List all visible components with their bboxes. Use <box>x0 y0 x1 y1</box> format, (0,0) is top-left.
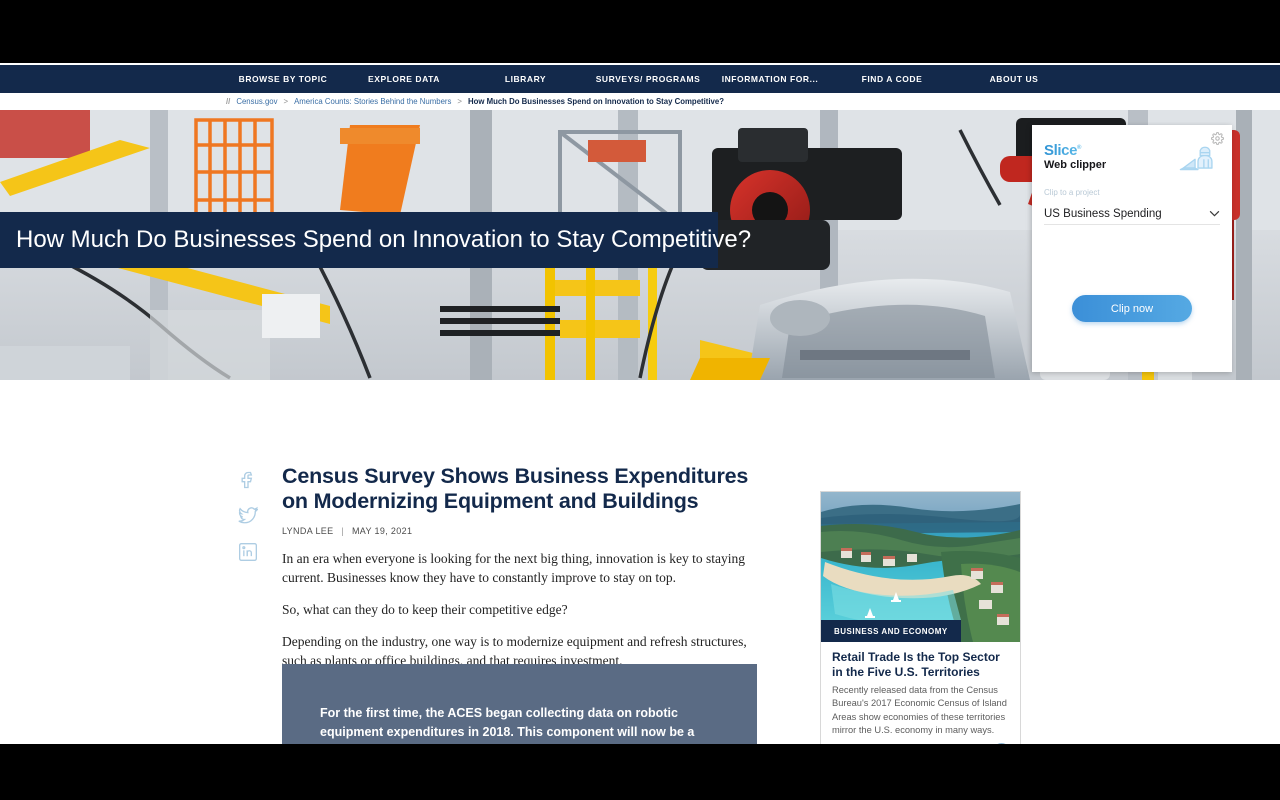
linkedin-icon[interactable] <box>238 542 258 562</box>
screen: BROWSE BY TOPIC EXPLORE DATA LIBRARY SUR… <box>0 0 1280 800</box>
chevron-down-icon <box>1209 210 1220 217</box>
related-article-card[interactable]: BUSINESS AND ECONOMY Retail Trade Is the… <box>820 491 1021 744</box>
related-card-description: Recently released data from the Census B… <box>832 685 1007 735</box>
slice-logo-text: Slice <box>1044 142 1078 159</box>
breadcrumb-separator-1: > <box>283 97 289 106</box>
social-share-rail <box>238 470 260 578</box>
slice-logo: Slice® <box>1044 141 1106 158</box>
facebook-icon[interactable] <box>238 470 258 490</box>
breadcrumb-home[interactable]: Census.gov <box>236 97 277 106</box>
nav-item-library[interactable]: LIBRARY <box>464 74 587 84</box>
breadcrumb-separator-2: > <box>457 97 462 106</box>
hero-title-bar: How Much Do Businesses Spend on Innovati… <box>0 212 751 268</box>
clipper-subtitle: Web clipper <box>1044 159 1107 171</box>
byline-separator: | <box>341 526 345 536</box>
slice-logo-mark: ® <box>1077 145 1082 151</box>
nav-item-find-a-code[interactable]: FIND A CODE <box>831 74 953 84</box>
article-paragraph-1: In an era when everyone is looking for t… <box>282 551 746 585</box>
browser-page: BROWSE BY TOPIC EXPLORE DATA LIBRARY SUR… <box>0 63 1280 744</box>
related-card-category-tag: BUSINESS AND ECONOMY <box>821 620 961 642</box>
clip-project-value: US Business Spending <box>1044 207 1162 220</box>
nav-item-information-for[interactable]: INFORMATION FOR... <box>709 74 831 84</box>
clip-now-button[interactable]: Clip now <box>1072 295 1192 322</box>
article-date: MAY 19, 2021 <box>351 526 413 536</box>
article-author: LYNDA LEE <box>282 526 334 536</box>
related-card-category-label: BUSINESS AND ECONOMY <box>834 626 948 636</box>
article-callout-text: For the first time, the ACES began colle… <box>320 706 695 744</box>
breadcrumb-section[interactable]: America Counts: Stories Behind the Numbe… <box>294 97 451 106</box>
breadcrumb-slash: // <box>226 97 231 106</box>
hero-title: How Much Do Businesses Spend on Innovati… <box>16 226 752 253</box>
nav-item-list: BROWSE BY TOPIC EXPLORE DATA LIBRARY SUR… <box>222 74 1075 84</box>
breadcrumb: // Census.gov > America Counts: Stories … <box>226 97 724 106</box>
related-card-arrow-icon[interactable]: › <box>993 743 1010 744</box>
breadcrumb-bar: // Census.gov > America Counts: Stories … <box>0 93 1280 110</box>
clip-project-select[interactable]: US Business Spending <box>1044 203 1220 225</box>
article-byline: LYNDA LEE | MAY 19, 2021 <box>282 526 758 536</box>
related-card-photo-island: BUSINESS AND ECONOMY <box>821 492 1020 642</box>
nav-item-about-us[interactable]: ABOUT US <box>953 74 1075 84</box>
article-paragraph-2: So, what can they do to keep their compe… <box>282 602 568 617</box>
clipper-branding: Slice® Web clipper <box>1044 141 1106 172</box>
article-callout-box: For the first time, the ACES began colle… <box>282 664 757 744</box>
letterbox-top <box>0 0 1280 63</box>
slice-web-clipper-panel[interactable]: Slice® Web clipper Clip to a project US … <box>1032 125 1232 372</box>
letterbox-bottom <box>0 744 1280 800</box>
twitter-icon[interactable] <box>238 506 258 526</box>
article-title: Census Survey Shows Business Expenditure… <box>282 464 749 513</box>
primary-navigation: BROWSE BY TOPIC EXPLORE DATA LIBRARY SUR… <box>0 65 1280 93</box>
clip-project-label: Clip to a project <box>1044 188 1100 197</box>
related-card-title[interactable]: Retail Trade Is the Top Sector in the Fi… <box>832 650 1009 679</box>
nav-item-browse-by-topic[interactable]: BROWSE BY TOPIC <box>222 74 344 84</box>
nav-item-surveys-programs[interactable]: SURVEYS/ PROGRAMS <box>587 74 709 84</box>
person-at-laptop-icon <box>1179 146 1213 171</box>
breadcrumb-current: How Much Do Businesses Spend on Innovati… <box>467 97 724 106</box>
nav-item-explore-data[interactable]: EXPLORE DATA <box>344 74 464 84</box>
article-content: Census Survey Shows Business Expenditure… <box>0 388 1280 744</box>
article-body: Census Survey Shows Business Expenditure… <box>282 464 758 670</box>
related-card-body: Retail Trade Is the Top Sector in the Fi… <box>821 642 1020 737</box>
